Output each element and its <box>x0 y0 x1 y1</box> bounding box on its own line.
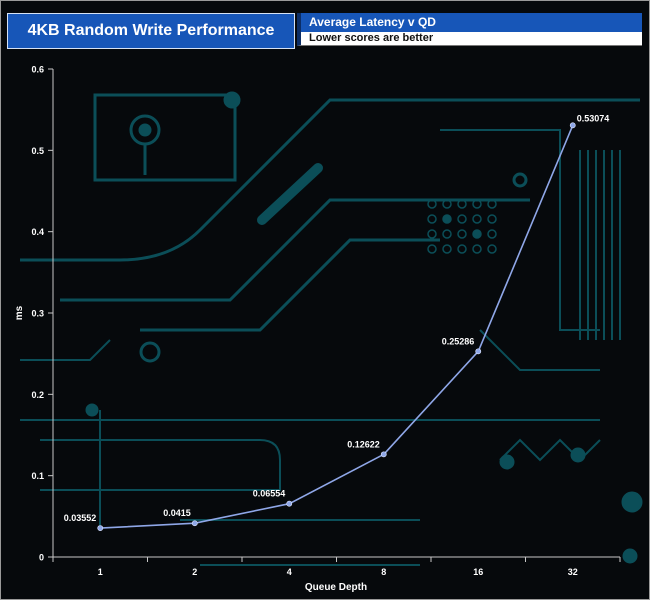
data-point <box>97 525 104 532</box>
x-tick-label: 8 <box>381 567 386 577</box>
latency-chart: 0 0.1 0.2 0.3 0.4 0.5 0.6 1 2 4 8 16 32 Queue Depth… <box>14 65 643 593</box>
x-tick-labels: 1 2 4 8 16 32 <box>98 567 578 577</box>
data-label: 0.53074 <box>577 113 610 123</box>
data-point <box>191 520 198 527</box>
data-label: 0.03552 <box>64 513 97 523</box>
data-points <box>97 122 576 532</box>
x-tick-label: 1 <box>98 567 103 577</box>
y-ticks <box>48 68 53 558</box>
x-tick-label: 2 <box>192 567 197 577</box>
data-point <box>475 348 482 355</box>
series-line <box>100 124 574 529</box>
data-label: 0.25286 <box>442 336 475 346</box>
data-label: 0.0415 <box>163 508 191 518</box>
data-label: 0.06554 <box>253 489 286 499</box>
data-point <box>286 500 293 507</box>
y-tick-label: 0.3 <box>31 309 44 319</box>
x-ticks <box>52 557 621 562</box>
y-tick-label: 0.6 <box>31 65 44 75</box>
x-tick-label: 4 <box>287 567 292 577</box>
y-tick-label: 0 <box>39 553 44 563</box>
x-tick-label: 16 <box>473 567 483 577</box>
x-axis-title: Queue Depth <box>305 582 367 593</box>
y-tick-label: 0.2 <box>31 390 44 400</box>
y-tick-label: 0.1 <box>31 471 44 481</box>
y-tick-label: 0.5 <box>31 146 44 156</box>
y-tick-labels: 0 0.1 0.2 0.3 0.4 0.5 0.6 <box>31 65 44 563</box>
y-tick-label: 0.4 <box>31 227 44 237</box>
y-axis-title: ms <box>14 305 25 320</box>
circuit-background <box>20 91 643 566</box>
data-label: 0.12622 <box>347 439 380 449</box>
data-point <box>569 122 576 129</box>
x-tick-label: 32 <box>568 567 578 577</box>
data-point <box>380 451 387 458</box>
